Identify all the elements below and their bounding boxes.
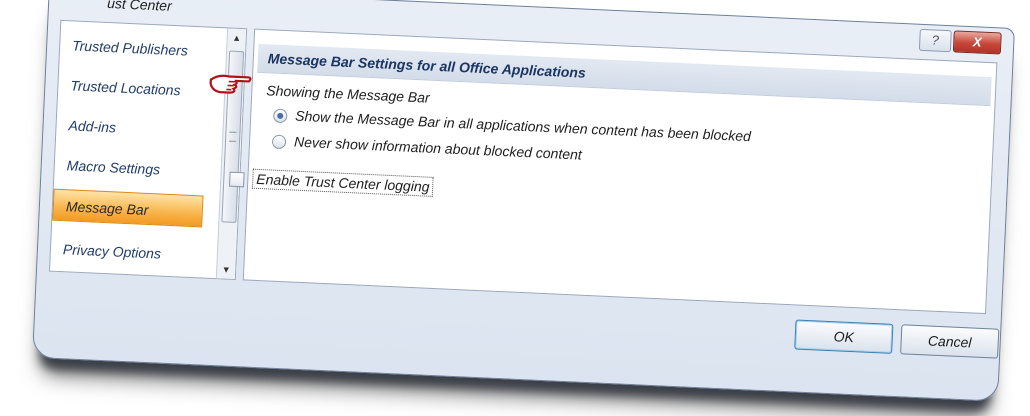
trust-center-dialog: ust Center ? X Trusted Publishers Truste… xyxy=(32,0,1015,402)
settings-panel: Message Bar Settings for all Office Appl… xyxy=(209,28,998,315)
sidebar-item-message-bar[interactable]: Message Bar xyxy=(52,188,204,228)
sidebar-item-add-ins[interactable]: Add-ins xyxy=(56,109,207,148)
close-button[interactable]: X xyxy=(952,30,1002,55)
radio-option-never-show[interactable]: Never show information about blocked con… xyxy=(271,133,583,163)
scroll-grip-icon xyxy=(229,131,237,142)
ok-button[interactable]: OK xyxy=(794,319,894,354)
window-title: ust Center xyxy=(106,0,173,14)
sidebar-item-macro-settings[interactable]: Macro Settings xyxy=(54,149,205,188)
sidebar-item-trusted-publishers[interactable]: Trusted Publishers xyxy=(60,29,211,68)
radio-label: Never show information about blocked con… xyxy=(293,133,583,163)
checkbox-icon[interactable] xyxy=(228,171,245,188)
sidebar-item-trusted-locations[interactable]: Trusted Locations xyxy=(58,69,209,108)
radio-button-icon[interactable] xyxy=(272,108,288,124)
scroll-down-arrow-icon[interactable]: ▼ xyxy=(217,260,236,279)
scroll-up-arrow-icon[interactable]: ▲ xyxy=(227,28,246,47)
sidebar-scrollbar[interactable]: ▲ ▼ xyxy=(215,28,247,279)
screenshot-stage: ust Center ? X Trusted Publishers Truste… xyxy=(0,0,1030,416)
pointing-hand-icon xyxy=(209,74,252,94)
message-bar-group-label: Showing the Message Bar xyxy=(266,82,431,106)
help-button[interactable]: ? xyxy=(918,28,952,53)
sidebar-item-privacy-options[interactable]: Privacy Options xyxy=(50,233,201,272)
cancel-button[interactable]: Cancel xyxy=(900,324,1000,359)
sidebar-nav: Trusted Publishers Trusted Locations Add… xyxy=(48,19,248,281)
radio-button-icon[interactable] xyxy=(271,134,287,150)
